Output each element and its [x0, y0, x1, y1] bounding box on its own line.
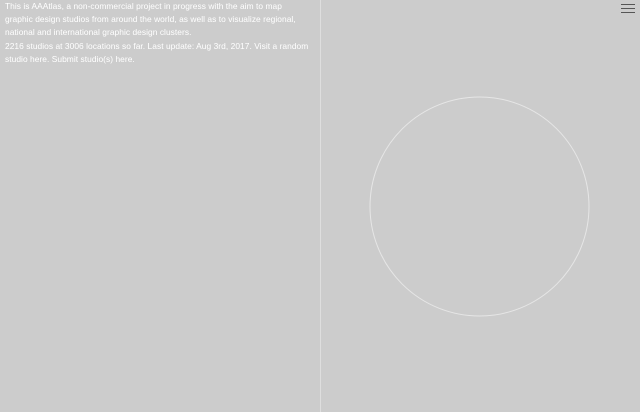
globe-map[interactable]	[369, 96, 590, 317]
intro-prefix: This is	[5, 1, 32, 11]
intro-text: This is AAAtlas, a non-commercial projec…	[5, 0, 310, 66]
left-panel: This is AAAtlas, a non-commercial projec…	[0, 0, 320, 412]
intro-paragraph: This is AAAtlas, a non-commercial projec…	[5, 0, 310, 40]
stats-mid: . Submit	[47, 53, 81, 64]
hamburger-menu-icon[interactable]	[621, 2, 635, 14]
stats-paragraph: 2216 studios at 3006 locations so far. L…	[5, 40, 310, 66]
stats-text: 2216 studios at 3006 locations so far. L…	[5, 40, 280, 51]
globe-outline	[369, 96, 590, 317]
stats-end: .	[132, 53, 135, 64]
brand-name: AAAtlas	[31, 1, 62, 11]
submit-studio-link[interactable]: studio(s) here	[81, 54, 133, 64]
